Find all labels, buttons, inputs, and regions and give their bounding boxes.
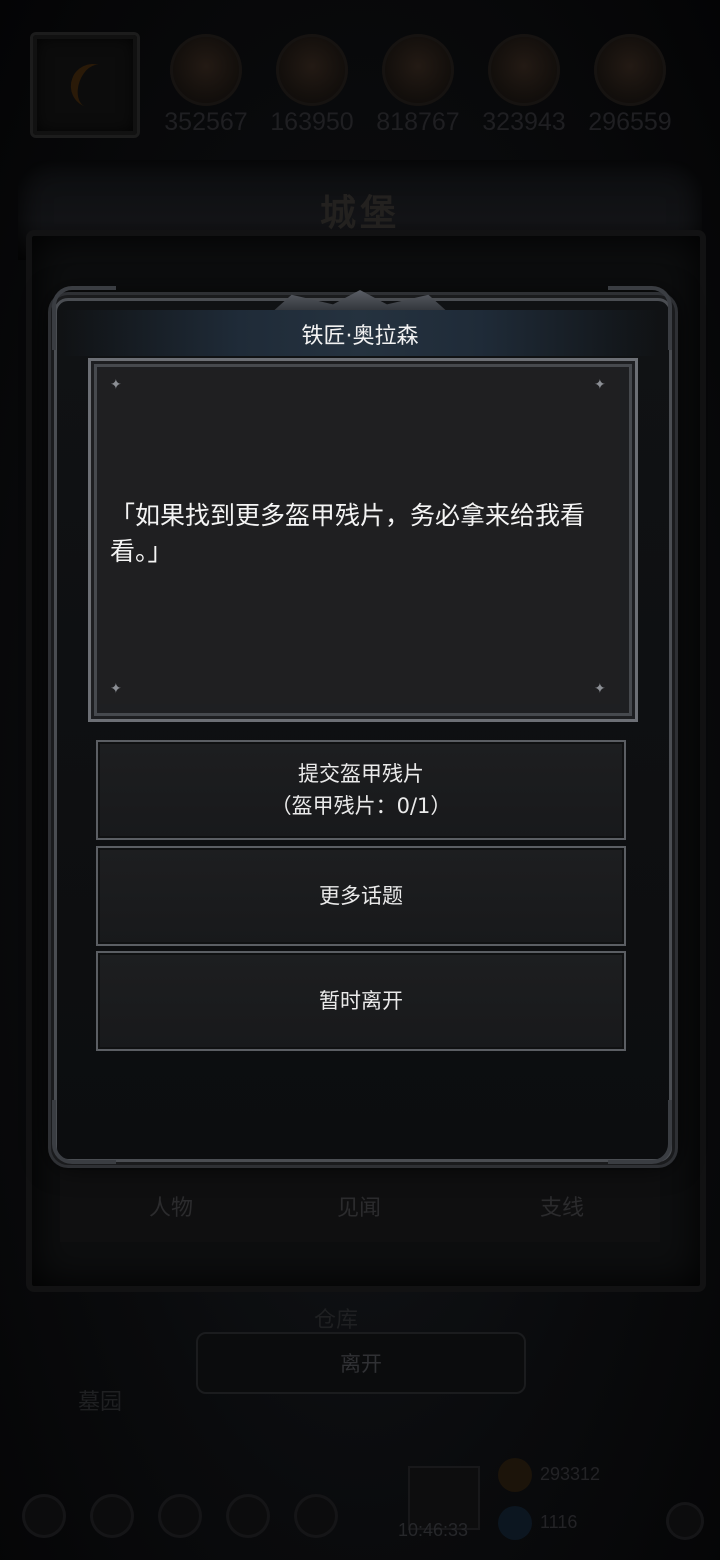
sickle-icon: [64, 57, 116, 113]
option-label: 更多话题: [319, 884, 403, 908]
option-leave-for-now[interactable]: 暂时离开: [96, 951, 626, 1051]
menu-icon-1[interactable]: [22, 1494, 66, 1538]
warehouse-label[interactable]: 仓库: [314, 1302, 358, 1334]
leave-button[interactable]: 离开: [196, 1332, 526, 1394]
npc-name: 铁匠·奥拉森: [301, 324, 419, 349]
sparkle-icon: ✦: [594, 681, 606, 697]
hero-portrait[interactable]: [30, 32, 140, 138]
tab-events[interactable]: 见闻: [299, 1190, 419, 1222]
menu-icon-2[interactable]: [90, 1494, 134, 1538]
menu-icon-4[interactable]: [226, 1494, 270, 1538]
dialog-corner-ornament: [608, 1100, 672, 1164]
sparkle-icon: ✦: [110, 681, 122, 697]
option-label: 提交盔甲残片: [298, 762, 424, 786]
option-more-topics[interactable]: 更多话题: [96, 846, 626, 946]
game-screen: 352567 163950 818767 323943 296559 城堡 人物…: [0, 0, 720, 1560]
castle-title: 城堡: [319, 193, 400, 234]
resource-count-crystal: 323943: [482, 108, 566, 136]
resource-count-iron: 818767: [376, 108, 460, 136]
tab-side-quests[interactable]: 支线: [502, 1190, 622, 1222]
npc-speech: 「如果找到更多盔甲残片，务必拿来给我看看。」: [110, 501, 586, 566]
tab-characters[interactable]: 人物: [111, 1190, 231, 1222]
resource-count-wood: 163950: [270, 108, 354, 136]
stone-icon: [594, 34, 666, 106]
resource-count-grain: 352567: [164, 108, 248, 136]
wood-icon: [276, 34, 348, 106]
iron-icon: [382, 34, 454, 106]
gem-icon: [498, 1506, 532, 1540]
gold-amount: 293312: [540, 1464, 601, 1484]
dialog-corner-ornament: [52, 1100, 116, 1164]
menu-icon-3[interactable]: [158, 1494, 202, 1538]
option-submit-armor-fragment[interactable]: 提交盔甲残片 （盔甲残片：0/1）: [96, 740, 626, 840]
option-progress: （盔甲残片：0/1）: [270, 794, 452, 818]
settings-icon[interactable]: [666, 1502, 704, 1540]
sparkle-icon: ✦: [110, 377, 122, 393]
cemetery-label[interactable]: 墓园: [78, 1384, 122, 1416]
resource-count-stone: 296559: [588, 108, 672, 136]
gold-coin-icon: [498, 1458, 532, 1492]
gem-amount: 1116: [540, 1512, 578, 1532]
option-label: 暂时离开: [319, 989, 403, 1013]
countdown-clock: 10:46:33: [398, 1520, 469, 1540]
sparkle-icon: ✦: [594, 377, 606, 393]
menu-icon-5[interactable]: [294, 1494, 338, 1538]
crystal-icon: [488, 34, 560, 106]
grain-icon: [170, 34, 242, 106]
